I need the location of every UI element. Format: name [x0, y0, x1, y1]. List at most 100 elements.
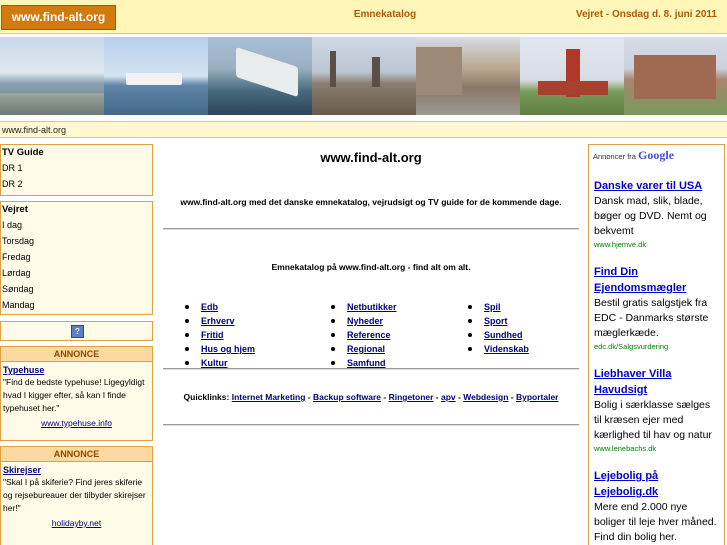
category-link-regional[interactable]: Regional [347, 342, 385, 356]
category-link-nyheder[interactable]: Nyheder [347, 314, 383, 328]
category-link-videnskab[interactable]: Videnskab [484, 342, 529, 356]
category-link-spil[interactable]: Spil [484, 300, 501, 314]
google-ad-url[interactable]: www.lenebachs.dk [594, 443, 719, 454]
list-item: Samfund [331, 356, 397, 370]
category-link-erhverv[interactable]: Erhverv [201, 314, 235, 328]
weather-day-link[interactable]: Søndag [1, 281, 152, 297]
google-ad-desc: Bestil gratis salgstjek fra EDC - Danmar… [594, 297, 709, 339]
google-ad-title-link[interactable]: Danske varer til USA [594, 178, 719, 194]
google-logo: Google [638, 148, 675, 162]
lighthouse-photo [520, 37, 624, 115]
weather-day-link[interactable]: I dag [1, 217, 152, 233]
quicklink-backup-software[interactable]: Backup software [313, 392, 381, 402]
weather-day-link[interactable]: Mandag [1, 297, 152, 313]
tv-channel-dr2[interactable]: DR 2 [1, 176, 152, 192]
category-link-hus-og-hjem[interactable]: Hus og hjem [201, 342, 255, 356]
category-link-edb[interactable]: Edb [201, 300, 218, 314]
quicklinks-label: Quicklinks: [183, 392, 230, 402]
tv-channel-dr1[interactable]: DR 1 [1, 160, 152, 176]
google-ad-desc: Mere end 2.000 nye boliger til leje hver… [594, 501, 717, 543]
bullet-icon [185, 347, 189, 351]
google-ad-title-link[interactable]: Find Din Ejendomsmægler [594, 264, 719, 296]
quicklink-internet-marketing[interactable]: Internet Marketing [232, 392, 306, 402]
main-content: www.find-alt.org www.find-alt.org med de… [163, 144, 579, 426]
quicklink-ringetoner[interactable]: Ringetoner [389, 392, 434, 402]
emnekatalog-link[interactable]: Emnekatalog [330, 9, 440, 20]
google-ad-desc: Dansk mad, slik, blade, bøger og DVD. Ne… [594, 195, 707, 237]
google-ad: Lejebolig på Lejebolig.dk Mere end 2.000… [589, 468, 724, 545]
top-bar: www.find-alt.org Emnekatalog Vejret - On… [0, 0, 727, 34]
google-ad-url[interactable]: edc.dk/Salgsvurdering [594, 341, 719, 352]
category-column: Netbutikker Nyheder Reference Regional S… [331, 300, 397, 370]
site-logo[interactable]: www.find-alt.org [1, 5, 116, 30]
bullet-icon [185, 361, 189, 365]
ad-header: ANNONCE [1, 447, 152, 462]
google-ad-desc: Bolig i særklasse sælges til kræsen ejer… [594, 399, 712, 441]
coast-photo [0, 37, 104, 115]
list-item: Regional [331, 342, 397, 356]
ads-by-text: Annoncer fra [593, 152, 636, 161]
weather-day-link[interactable]: Fredag [1, 249, 152, 265]
bullet-icon [185, 319, 189, 323]
weather-date-link[interactable]: Vejret - Onsdag d. 8. juni 2011 [576, 9, 717, 20]
bullet-icon [331, 361, 335, 365]
google-ad: Danske varer til USA Dansk mad, slik, bl… [589, 178, 724, 250]
ad-title-link[interactable]: Typehuse [1, 362, 152, 376]
ad-url-link[interactable]: holidayby.net [1, 515, 152, 530]
quicklink-apv[interactable]: apv [441, 392, 456, 402]
help-box: ? [0, 321, 153, 341]
category-link-fritid[interactable]: Fritid [201, 328, 224, 342]
photo-banner [0, 37, 727, 115]
category-link-netbutikker[interactable]: Netbutikker [347, 300, 397, 314]
list-item: Erhverv [185, 314, 255, 328]
bullet-icon [468, 333, 472, 337]
ad-title-link[interactable]: Skirejser [1, 462, 152, 476]
google-ad-title-link[interactable]: Liebhaver Villa Havudsigt [594, 366, 719, 398]
list-item: Edb [185, 300, 255, 314]
google-ads-column: Annoncer fra Google Danske varer til USA… [588, 144, 725, 545]
divider [163, 228, 579, 230]
page-title: www.find-alt.org [320, 150, 422, 165]
quicklink-byportaler[interactable]: Byportaler [516, 392, 559, 402]
category-column: Spil Sport Sundhed Videnskab [468, 300, 529, 356]
category-link-sundhed[interactable]: Sundhed [484, 328, 523, 342]
bullet-icon [331, 347, 335, 351]
list-item: Spil [468, 300, 529, 314]
quicklink-webdesign[interactable]: Webdesign [463, 392, 508, 402]
list-item: Sundhed [468, 328, 529, 342]
tv-guide-title: TV Guide [2, 147, 44, 158]
category-link-samfund[interactable]: Samfund [347, 356, 386, 370]
weather-title: Vejret [2, 204, 28, 215]
breadcrumb: www.find-alt.org [0, 121, 727, 138]
divider [163, 424, 579, 426]
ad-text: "Skal I på skiferie? Find jeres skiferie… [3, 477, 146, 513]
google-ads-label[interactable]: Annoncer fra Google [589, 145, 724, 166]
weather-day-link[interactable]: Lørdag [1, 265, 152, 281]
ad-box-skirejser: ANNONCE Skirejser "Skal I på skiferie? F… [0, 446, 153, 545]
weather-box: Vejret I dag Torsdag Fredag Lørdag Sønda… [0, 201, 153, 315]
bullet-icon [331, 333, 335, 337]
ad-header: ANNONCE [1, 347, 152, 362]
google-ad-title-link[interactable]: Lejebolig på Lejebolig.dk [594, 468, 719, 500]
bullet-icon [468, 347, 472, 351]
bullet-icon [185, 305, 189, 309]
help-icon[interactable]: ? [71, 325, 84, 338]
catalog-title: Emnekatalog på www.find-alt.org - find a… [271, 262, 471, 272]
bullet-icon [331, 319, 335, 323]
category-link-reference[interactable]: Reference [347, 328, 391, 342]
ad-url-link[interactable]: www.typehuse.info [1, 415, 152, 430]
list-item: Reference [331, 328, 397, 342]
list-item: Kultur [185, 356, 255, 370]
catamaran-photo [208, 37, 312, 115]
category-link-sport[interactable]: Sport [484, 314, 508, 328]
ad-box-typehuse: ANNONCE Typehuse "Find de bedste typehus… [0, 346, 153, 441]
category-link-kultur[interactable]: Kultur [201, 356, 228, 370]
bullet-icon [468, 305, 472, 309]
list-item: Nyheder [331, 314, 397, 328]
google-ad-url[interactable]: www.hjemve.dk [594, 239, 719, 250]
weather-day-link[interactable]: Torsdag [1, 233, 152, 249]
category-column: Edb Erhverv Fritid Hus og hjem Kultur [185, 300, 255, 370]
castle-photo [624, 37, 727, 115]
list-item: Videnskab [468, 342, 529, 356]
google-ad: Find Din Ejendomsmægler Bestil gratis sa… [589, 264, 724, 352]
